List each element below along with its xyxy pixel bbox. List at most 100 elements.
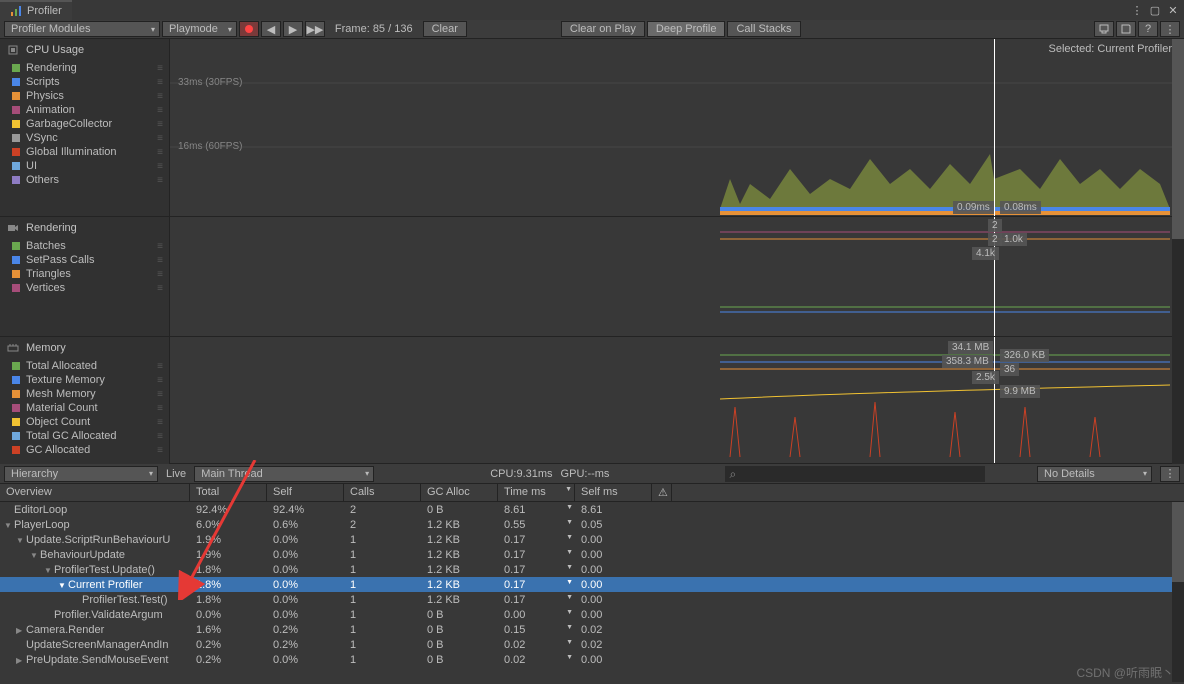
- table-row[interactable]: ▶PreUpdate.SendMouseEvent0.2%0.0%10 B0.0…: [0, 652, 1184, 667]
- category-item[interactable]: Material Count≡: [0, 401, 169, 415]
- header-selfms[interactable]: Self ms: [575, 484, 652, 501]
- rendering-header[interactable]: Rendering: [0, 217, 169, 239]
- load-button[interactable]: [1094, 21, 1114, 37]
- header-calls[interactable]: Calls: [344, 484, 421, 501]
- thread-dropdown[interactable]: Main Thread: [194, 466, 374, 482]
- clear-on-play-button[interactable]: Clear on Play: [561, 21, 645, 37]
- cpu-section[interactable]: CPU Usage Rendering≡Scripts≡Physics≡Anim…: [0, 39, 169, 217]
- charts-area[interactable]: Selected: Current Profiler 33ms (30FPS) …: [170, 39, 1184, 464]
- panel-menu-button[interactable]: ⋮: [1160, 466, 1180, 482]
- details-dropdown[interactable]: No Details: [1037, 466, 1152, 482]
- table-row[interactable]: UpdateScreenManagerAndIn0.2%0.2%10 B0.02…: [0, 637, 1184, 652]
- category-label: Total GC Allocated: [26, 430, 117, 442]
- header-gc[interactable]: GC Alloc: [421, 484, 498, 501]
- drag-handle-icon[interactable]: ≡: [157, 133, 163, 144]
- category-item[interactable]: VSync≡: [0, 131, 169, 145]
- category-item[interactable]: Triangles≡: [0, 267, 169, 281]
- drag-handle-icon[interactable]: ≡: [157, 105, 163, 116]
- drag-handle-icon[interactable]: ≡: [157, 147, 163, 158]
- category-item[interactable]: Mesh Memory≡: [0, 387, 169, 401]
- cpu-chart[interactable]: 33ms (30FPS) 16ms (60FPS) 0.09ms 0.08ms: [170, 39, 1184, 217]
- table-row[interactable]: ProfilerTest.Test()1.8%0.0%11.2 KB0.170.…: [0, 592, 1184, 607]
- playmode-dropdown[interactable]: Playmode: [162, 21, 237, 37]
- table-row[interactable]: ▼ProfilerTest.Update()1.8%0.0%11.2 KB0.1…: [0, 562, 1184, 577]
- drag-handle-icon[interactable]: ≡: [157, 375, 163, 386]
- memory-header[interactable]: Memory: [0, 337, 169, 359]
- table-row[interactable]: ▼BehaviourUpdate1.9%0.0%11.2 KB0.170.00: [0, 547, 1184, 562]
- drag-handle-icon[interactable]: ≡: [157, 241, 163, 252]
- drag-handle-icon[interactable]: ≡: [157, 445, 163, 456]
- category-item[interactable]: Global Illumination≡: [0, 145, 169, 159]
- drag-handle-icon[interactable]: ≡: [157, 361, 163, 372]
- drag-handle-icon[interactable]: ≡: [157, 77, 163, 88]
- rendering-chart[interactable]: 2 2 1.0k 4.1k: [170, 217, 1184, 337]
- drag-handle-icon[interactable]: ≡: [157, 175, 163, 186]
- hierarchy-dropdown[interactable]: Hierarchy: [4, 466, 158, 482]
- memory-chart[interactable]: 34.1 MB 358.3 MB 2.5k 326.0 KB 36 9.9 MB: [170, 337, 1184, 464]
- category-label: Vertices: [26, 282, 65, 294]
- drag-handle-icon[interactable]: ≡: [157, 161, 163, 172]
- maximize-icon[interactable]: ▢: [1148, 3, 1162, 17]
- category-item[interactable]: Total Allocated≡: [0, 359, 169, 373]
- drag-handle-icon[interactable]: ≡: [157, 431, 163, 442]
- drag-handle-icon[interactable]: ≡: [157, 389, 163, 400]
- cpu-header[interactable]: CPU Usage: [0, 39, 169, 61]
- header-total[interactable]: Total: [190, 484, 267, 501]
- header-time[interactable]: Time ms: [498, 484, 575, 501]
- table-row[interactable]: ▼Current Profiler1.8%0.0%11.2 KB0.170.00: [0, 577, 1184, 592]
- table-row[interactable]: ▼Update.ScriptRunBehaviourU1.9%0.0%11.2 …: [0, 532, 1184, 547]
- save-button[interactable]: [1116, 21, 1136, 37]
- category-item[interactable]: GarbageCollector≡: [0, 117, 169, 131]
- drag-handle-icon[interactable]: ≡: [157, 283, 163, 294]
- drag-handle-icon[interactable]: ≡: [157, 255, 163, 266]
- context-menu-button[interactable]: ⋮: [1160, 21, 1180, 37]
- drag-handle-icon[interactable]: ≡: [157, 417, 163, 428]
- chart-scrollbar[interactable]: [1172, 39, 1184, 464]
- category-item[interactable]: Physics≡: [0, 89, 169, 103]
- category-label: Rendering: [26, 62, 77, 74]
- tree-scrollbar[interactable]: [1172, 502, 1184, 682]
- call-stacks-button[interactable]: Call Stacks: [727, 21, 800, 37]
- deep-profile-button[interactable]: Deep Profile: [647, 21, 726, 37]
- help-button[interactable]: ?: [1138, 21, 1158, 37]
- profiler-tab[interactable]: Profiler: [0, 0, 72, 20]
- frame-cursor[interactable]: [994, 337, 995, 463]
- category-item[interactable]: Animation≡: [0, 103, 169, 117]
- next-frame-button[interactable]: ▶: [283, 21, 303, 37]
- profiler-modules-dropdown[interactable]: Profiler Modules: [4, 21, 160, 37]
- table-row[interactable]: Profiler.ValidateArgum0.0%0.0%10 B0.000.…: [0, 607, 1184, 622]
- drag-handle-icon[interactable]: ≡: [157, 119, 163, 130]
- drag-handle-icon[interactable]: ≡: [157, 269, 163, 280]
- search-input[interactable]: [725, 466, 985, 482]
- hierarchy-tree[interactable]: EditorLoop92.4%92.4%20 B8.618.61▼PlayerL…: [0, 502, 1184, 684]
- category-item[interactable]: Others≡: [0, 173, 169, 187]
- category-item[interactable]: Batches≡: [0, 239, 169, 253]
- category-item[interactable]: SetPass Calls≡: [0, 253, 169, 267]
- category-item[interactable]: Rendering ≡: [0, 61, 169, 75]
- rendering-section[interactable]: Rendering Batches≡SetPass Calls≡Triangle…: [0, 217, 169, 337]
- category-item[interactable]: Vertices ≡: [0, 281, 169, 295]
- category-item[interactable]: GC Allocated≡: [0, 443, 169, 457]
- table-row[interactable]: EditorLoop92.4%92.4%20 B8.618.61: [0, 502, 1184, 517]
- record-button[interactable]: [239, 21, 259, 37]
- table-row[interactable]: ▼PlayerLoop6.0%0.6%21.2 KB0.550.05: [0, 517, 1184, 532]
- menu-icon[interactable]: ⋮: [1130, 3, 1144, 17]
- header-self[interactable]: Self: [267, 484, 344, 501]
- table-row[interactable]: ▶Camera.Render1.6%0.2%10 B0.150.02: [0, 622, 1184, 637]
- frame-cursor[interactable]: [994, 39, 995, 216]
- memory-section[interactable]: Memory Total Allocated≡Texture Memory≡Me…: [0, 337, 169, 464]
- category-item[interactable]: Total GC Allocated ≡: [0, 429, 169, 443]
- clear-button[interactable]: Clear: [423, 21, 467, 37]
- drag-handle-icon[interactable]: ≡: [157, 403, 163, 414]
- category-item[interactable]: Object Count≡: [0, 415, 169, 429]
- category-item[interactable]: UI≡: [0, 159, 169, 173]
- drag-handle-icon[interactable]: ≡: [157, 63, 163, 74]
- close-icon[interactable]: ✕: [1166, 3, 1180, 17]
- category-item[interactable]: Texture Memory≡: [0, 373, 169, 387]
- header-overview[interactable]: Overview: [0, 484, 190, 501]
- prev-frame-button[interactable]: ◀: [261, 21, 281, 37]
- drag-handle-icon[interactable]: ≡: [157, 91, 163, 102]
- header-warning[interactable]: ⚠: [652, 484, 672, 501]
- current-frame-button[interactable]: ▶▶: [305, 21, 325, 37]
- category-item[interactable]: Scripts≡: [0, 75, 169, 89]
